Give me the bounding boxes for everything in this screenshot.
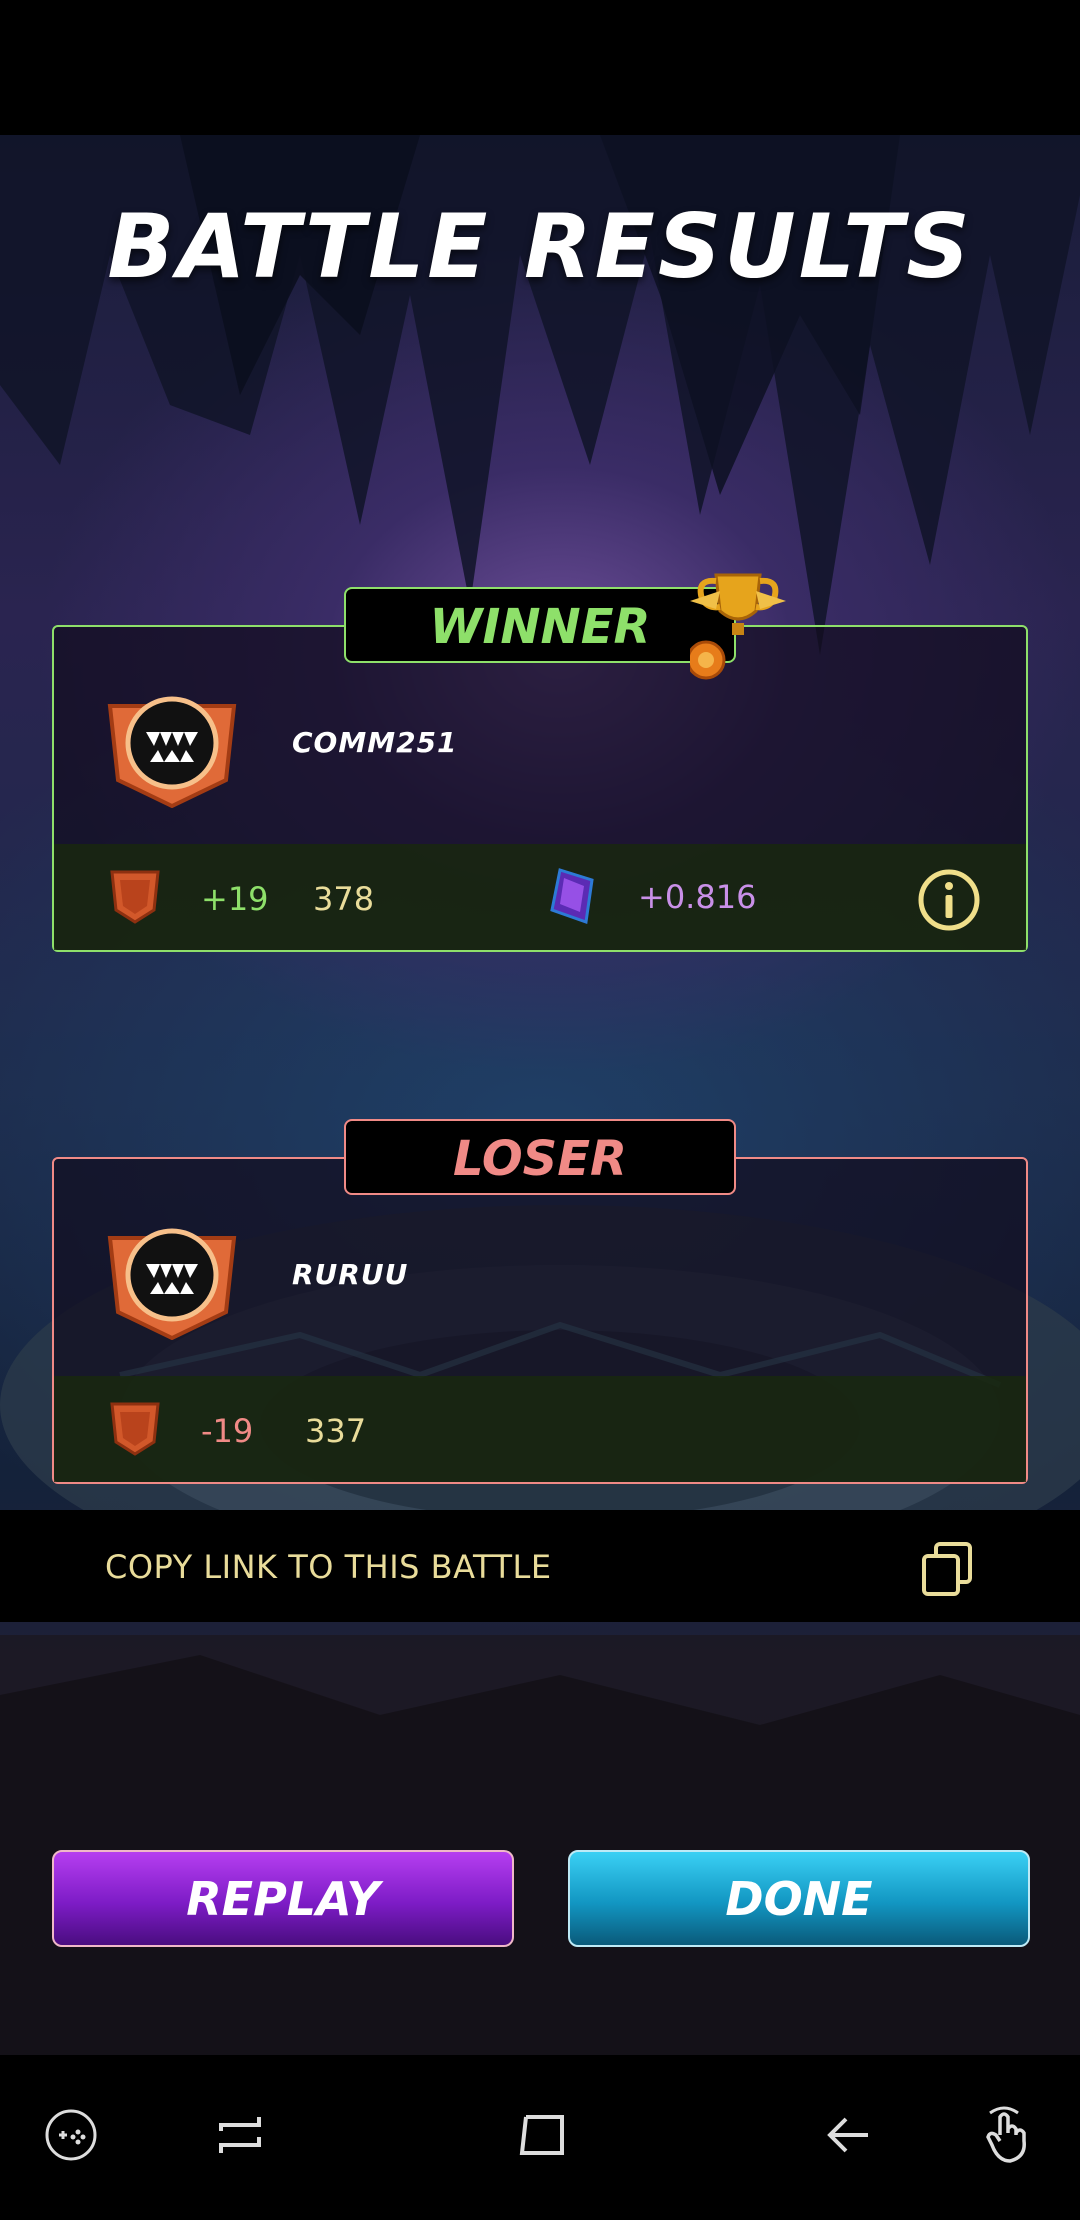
page-title: BATTLE RESULTS	[107, 195, 973, 298]
cave-background	[0, 135, 1080, 2055]
loser-rating: 337	[305, 1412, 367, 1450]
trophy-icon	[690, 573, 786, 680]
winner-stats-bar	[54, 844, 1026, 950]
loser-rating-icon	[110, 1402, 160, 1456]
loser-stats-bar	[54, 1376, 1026, 1482]
home-icon[interactable]	[514, 2105, 574, 2165]
reward-crystal-icon	[550, 868, 594, 925]
loser-player-name: RURUU	[292, 1258, 409, 1291]
winner-rating-change: +19	[201, 880, 269, 918]
winner-rating: 378	[313, 880, 375, 918]
game-tools-icon[interactable]	[41, 2105, 101, 2165]
winner-reward: +0.816	[638, 878, 757, 916]
loser-rating-change: -19	[201, 1412, 254, 1450]
winner-avatar-icon	[107, 696, 237, 808]
copy-link-label: COPY LINK TO THIS BATTLE	[105, 1548, 552, 1586]
back-icon[interactable]	[818, 2105, 878, 2165]
recent-apps-icon[interactable]	[211, 2105, 271, 2165]
winner-player-name: COMM251	[292, 726, 458, 759]
system-navigation-bar	[0, 2055, 1080, 2220]
winner-rating-icon	[110, 870, 160, 924]
copy-link-bar[interactable]: COPY LINK TO THIS BATTLE	[0, 1510, 1080, 1622]
loser-avatar-icon	[107, 1228, 237, 1340]
copy-icon[interactable]	[918, 1540, 976, 1598]
winner-tag: WINNER	[344, 587, 736, 663]
gesture-touch-icon[interactable]	[980, 2105, 1040, 2165]
loser-tag: LOSER	[344, 1119, 736, 1195]
replay-button[interactable]: REPLAY	[52, 1850, 514, 1947]
done-button[interactable]: DONE	[568, 1850, 1030, 1947]
info-icon[interactable]	[917, 868, 981, 932]
